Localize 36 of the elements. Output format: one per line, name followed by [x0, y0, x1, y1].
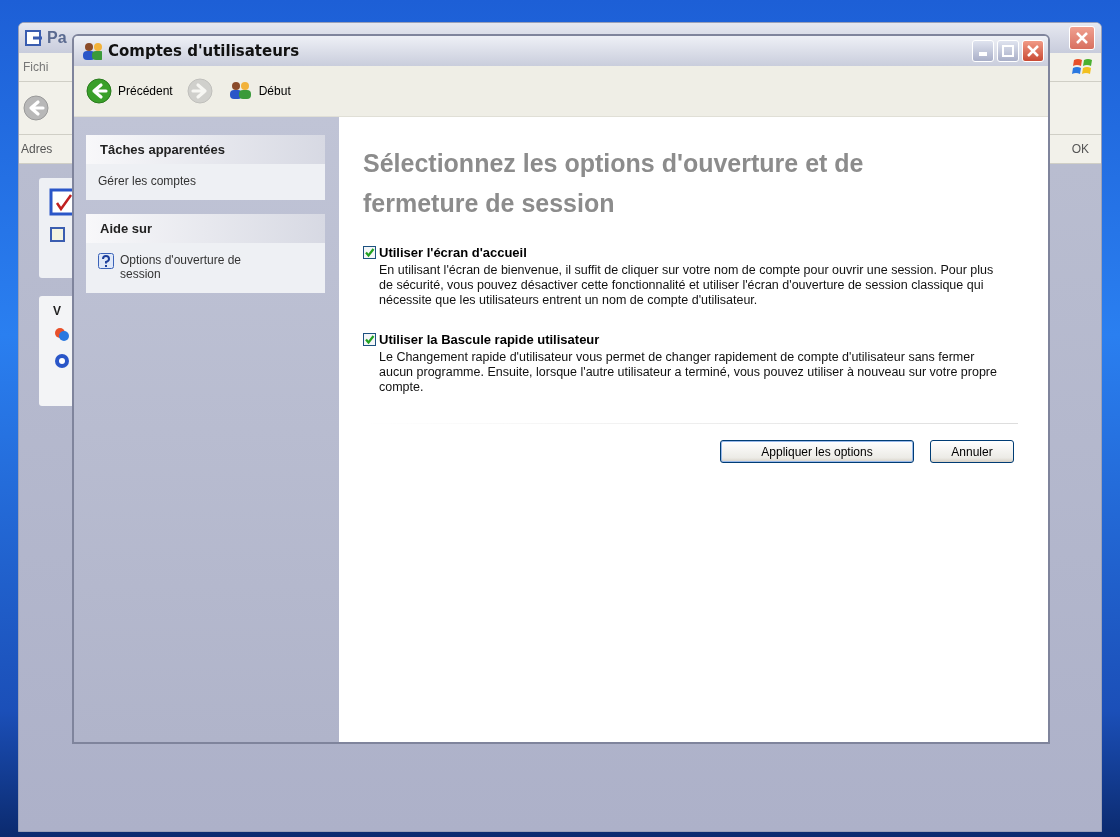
task-link[interactable]: Gérer les comptes: [86, 164, 325, 200]
checkbox[interactable]: [363, 246, 376, 259]
help-icon: [98, 253, 114, 269]
checkbox[interactable]: [363, 333, 376, 346]
users-icon: [80, 41, 102, 61]
cancel-button[interactable]: Annuler: [930, 440, 1014, 463]
globe-icon: [53, 352, 71, 370]
maximize-button[interactable]: [997, 40, 1019, 62]
minimize-icon: [979, 52, 987, 56]
minimize-button[interactable]: [972, 40, 994, 62]
apply-button[interactable]: Appliquer les options: [720, 440, 914, 463]
close-button[interactable]: [1022, 40, 1044, 62]
close-icon: [1027, 45, 1039, 57]
close-button[interactable]: [1069, 26, 1095, 50]
option-label: Utiliser l'écran d'accueil: [379, 245, 527, 260]
document-icon: [49, 226, 67, 244]
task-link[interactable]: Options d'ouverture de session: [86, 243, 325, 293]
window-title: Comptes d'utilisateurs: [108, 42, 300, 60]
window-title: Pa: [47, 29, 67, 47]
page-heading: Sélectionnez les options d'ouverture et de fermeture de session: [363, 148, 865, 219]
checkmark-icon: [364, 247, 375, 258]
panel-heading: Tâches apparentées: [86, 135, 325, 164]
address-label: Adres: [21, 142, 53, 156]
panel-heading: Aide sur: [86, 214, 325, 243]
window-icon: [25, 29, 43, 47]
close-icon: [1076, 32, 1088, 44]
option-description: Le Changement rapide d'utilisateur vous permet de changer rapidement de compte d'utilisateur sans fermer aucun programme. Ensuite, lorsque l'autre utilisateur a terminé, vous pouvez utiliser à nouveau sur votre propre compte.: [379, 350, 998, 395]
back-button[interactable]: Précédent: [82, 76, 177, 106]
go-button[interactable]: OK: [1071, 142, 1089, 156]
home-button[interactable]: Début: [222, 78, 295, 104]
checkmark-icon: [364, 334, 375, 345]
panel-heading: V: [53, 304, 62, 318]
maximize-icon: [1002, 45, 1014, 57]
menu-item[interactable]: Fichi: [23, 60, 49, 74]
option-label: Utiliser la Bascule rapide utilisateur: [379, 332, 600, 347]
option-description: En utilisant l'écran de bienvenue, il suffit de cliquer sur votre nom de compte pour ouvrir une session. Pour plus de sécurité, vous pouvez désactiver cette fonctionnalité et utiliser l'écran d'ouverture de session classique qui nécessite que les utilisateurs entrent un nom de compte d'utilisateur.: [379, 263, 995, 308]
